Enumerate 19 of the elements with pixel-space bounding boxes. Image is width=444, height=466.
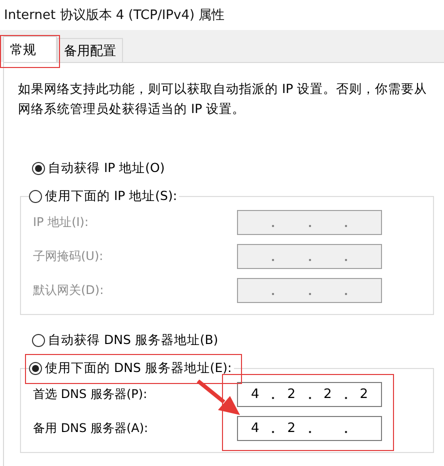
field-label: 默认网关(D): <box>33 282 105 299</box>
radio-label: 自动获得 DNS 服务器地址(B) <box>48 332 218 348</box>
radio-button[interactable] <box>32 162 45 174</box>
ip-field[interactable]: 4 2 2 2 <box>237 382 382 407</box>
radio-button[interactable] <box>29 190 42 202</box>
tab[interactable]: 备用配置 <box>57 38 123 62</box>
tab[interactable]: 常规 <box>3 36 57 62</box>
radio-button[interactable] <box>29 362 42 374</box>
description-text: 如果网络支持此功能，则可以获取自动指派的 IP 设置。否则，你需要从网络系统管理员处获得适当的 IP 设置。 <box>18 80 428 118</box>
radio-label: 使用下面的 DNS 服务器地址(E): <box>45 360 232 376</box>
field-label: 首选 DNS 服务器(P): <box>33 386 148 403</box>
radio-label: 自动获得 IP 地址(O) <box>48 160 165 176</box>
ip-field[interactable]: 4 2 <box>237 416 382 441</box>
field-label: 子网掩码(U): <box>33 248 104 265</box>
field-label: 备用 DNS 服务器(A): <box>33 420 150 437</box>
radio-label: 使用下面的 IP 地址(S): <box>45 188 178 204</box>
field-label: IP 地址(I): <box>33 214 90 231</box>
radio-button[interactable] <box>32 334 45 346</box>
window-title: Internet 协议版本 4 (TCP/IPv4) 属性 <box>4 7 225 24</box>
